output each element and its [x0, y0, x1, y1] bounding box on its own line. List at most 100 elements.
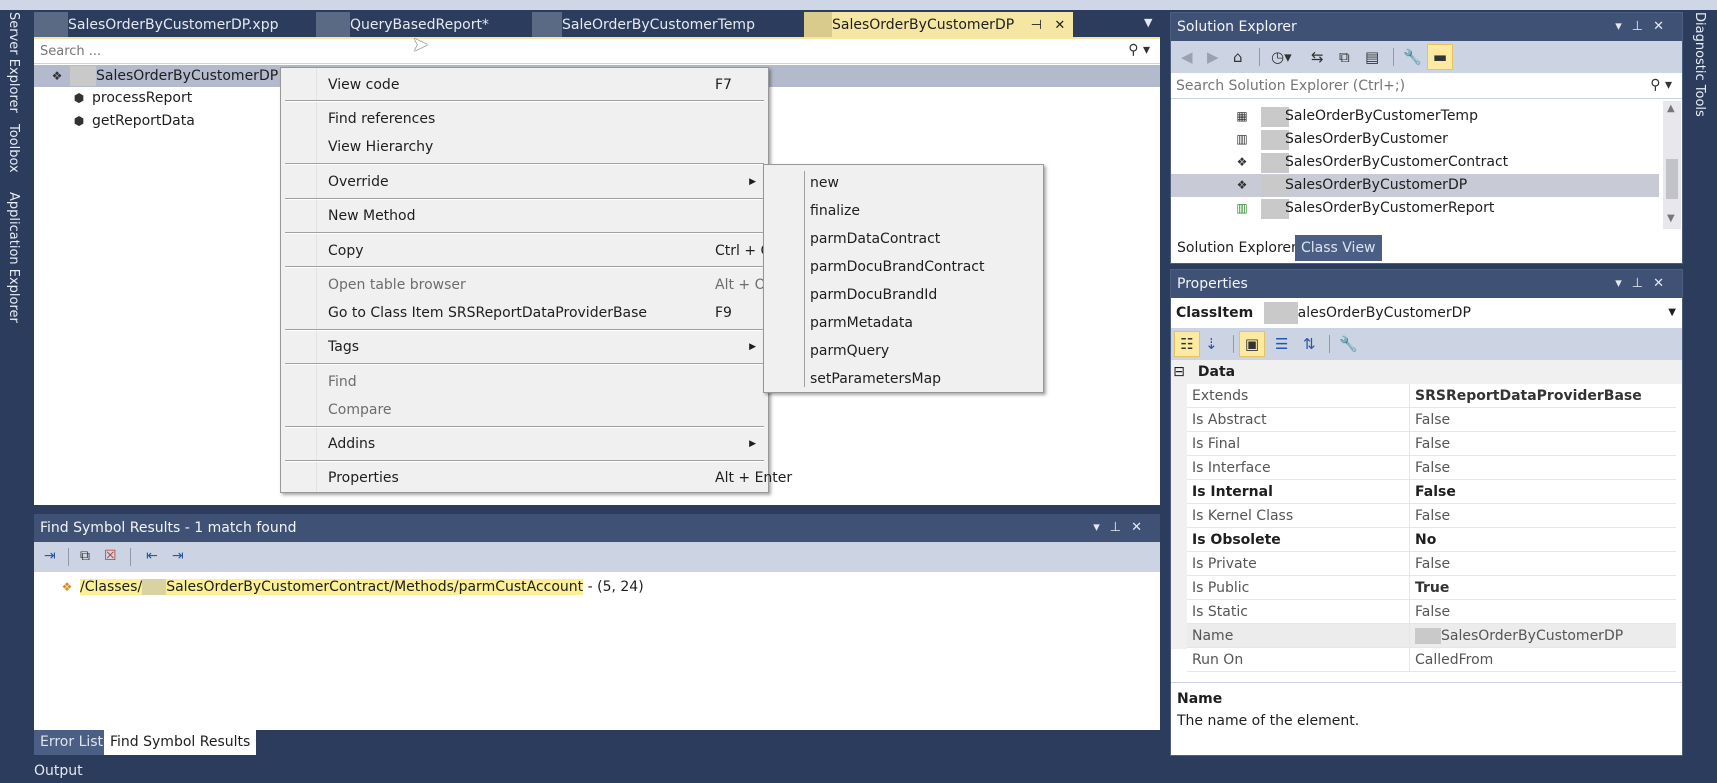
solution-item[interactable]: ▦ SaleOrderByCustomerTemp — [1171, 105, 1659, 128]
doc-tab-active[interactable]: SalesOrderByCustomerDP ⊣ ✕ — [804, 12, 1074, 39]
menu-item-addins[interactable]: Addins ▶ — [328, 431, 758, 457]
dropdown-icon[interactable]: ▾ — [1615, 19, 1632, 34]
menu-item-open-table-browser[interactable]: Open table browser Alt + O — [328, 272, 766, 298]
submenu-item[interactable]: parmDataContract — [810, 226, 940, 252]
side-tab-server-explorer[interactable]: Server Explorer — [6, 12, 21, 113]
pending-changes-filter-icon[interactable]: ◷▾ — [1271, 48, 1292, 66]
doc-tab[interactable]: SalesOrderByCustomerDP.xpp — [34, 12, 294, 38]
alphabetical-icon[interactable]: ⇣ — [1205, 335, 1218, 353]
scroll-up-icon[interactable]: ▲ — [1667, 103, 1675, 114]
previous-result-icon[interactable]: ⇤ — [146, 548, 158, 564]
menu-item-go-to-class-item[interactable]: Go to Class Item SRSReportDataProviderBa… — [328, 300, 758, 326]
menu-item-copy[interactable]: Copy Ctrl + C — [328, 238, 770, 264]
menu-item-override[interactable]: Override ▶ — [328, 169, 758, 195]
menu-separator — [285, 363, 764, 365]
solution-explorer-search-input[interactable] — [1171, 73, 1621, 98]
search-icon[interactable]: ⚲ ▾ — [1650, 77, 1672, 93]
menu-item-view-hierarchy[interactable]: View Hierarchy — [328, 134, 758, 160]
menu-item-find-references[interactable]: Find references — [328, 106, 758, 132]
close-icon[interactable]: ✕ — [1653, 276, 1674, 291]
clear-all-icon[interactable]: ☒ — [104, 548, 117, 564]
dropdown-icon[interactable]: ▾ — [1093, 520, 1110, 535]
tab-solution-explorer[interactable]: Solution Explorer — [1171, 235, 1303, 261]
close-icon[interactable]: ✕ — [1054, 13, 1065, 39]
property-pages-icon[interactable]: 🔧 — [1339, 335, 1358, 353]
collapse-all-icon[interactable]: ⧉ — [1339, 48, 1350, 66]
menu-item-properties[interactable]: Properties Alt + Enter — [328, 465, 792, 491]
forward-icon[interactable]: ▶ — [1207, 48, 1219, 66]
pin-icon[interactable]: ⊥ — [1632, 276, 1653, 291]
menu-separator — [285, 100, 764, 102]
next-result-icon[interactable]: ⇥ — [172, 548, 184, 564]
menu-item-find[interactable]: Find — [328, 369, 758, 395]
submenu-item[interactable]: finalize — [810, 198, 860, 224]
show-all-files-icon[interactable]: ▤ — [1365, 48, 1379, 66]
tab-output[interactable]: Output — [34, 763, 83, 779]
sync-icon[interactable]: ⇆ — [1311, 48, 1324, 66]
property-row[interactable]: Run On CalledFrom — [1187, 648, 1676, 672]
submenu-item[interactable]: parmDocuBrandId — [810, 282, 937, 308]
property-row[interactable]: Is Private False — [1187, 552, 1676, 576]
property-row[interactable]: Extends SRSReportDataProviderBase — [1187, 384, 1676, 408]
menu-item-view-code[interactable]: View code F7 — [328, 72, 758, 98]
result-row[interactable]: ❖ /Classes/SalesOrderByCustomerContract/M… — [58, 576, 644, 598]
tree-root-node[interactable]: ❖ SalesOrderByCustomerDP — [48, 65, 278, 87]
category-header[interactable]: ⊟ Data — [1171, 360, 1682, 384]
submenu-item[interactable]: new — [810, 170, 839, 196]
property-row[interactable]: Is Kernel Class False — [1187, 504, 1676, 528]
property-row[interactable]: Is Static False — [1187, 600, 1676, 624]
side-tab-application-explorer[interactable]: Application Explorer — [6, 192, 21, 323]
chevron-down-icon[interactable]: ▼ — [1668, 298, 1676, 328]
tree-node-method[interactable]: ⬢ processReport — [70, 87, 192, 109]
menu-item-tags[interactable]: Tags ▶ — [328, 334, 758, 360]
sort-icon[interactable]: ⇅ — [1303, 335, 1316, 353]
property-row[interactable]: Is Interface False — [1187, 456, 1676, 480]
copy-icon[interactable]: ⧉ — [80, 548, 90, 564]
scrollbar-thumb[interactable] — [1666, 159, 1678, 199]
solution-item[interactable]: ▥ SalesOrderByCustomerReport — [1171, 197, 1659, 220]
close-icon[interactable]: ✕ — [1653, 19, 1674, 34]
pin-icon[interactable]: ⊥ — [1110, 520, 1131, 535]
vertical-scrollbar[interactable]: ▲ ▼ — [1663, 101, 1681, 229]
properties-wrench-icon[interactable]: 🔧 — [1403, 48, 1422, 66]
object-selector[interactable]: ClassItem alesOrderByCustomerDP ▼ — [1171, 298, 1682, 328]
collapse-icon[interactable]: ⊟ — [1171, 360, 1187, 384]
solution-item-selected[interactable]: ❖ SalesOrderByCustomerDP — [1171, 174, 1659, 197]
property-row[interactable]: Is Abstract False — [1187, 408, 1676, 432]
back-icon[interactable]: ◀ — [1181, 48, 1193, 66]
tree-node-method[interactable]: ⬢ getReportData — [70, 110, 195, 132]
categorized-icon[interactable]: ☷ — [1174, 331, 1200, 357]
designer-search-input[interactable] — [34, 39, 1034, 63]
pin-icon[interactable]: ⊣ — [1031, 13, 1042, 39]
menu-item-new-method[interactable]: New Method — [328, 203, 758, 229]
preview-selected-items-icon[interactable]: ▬ — [1427, 44, 1453, 70]
property-row[interactable]: Is Public True — [1187, 576, 1676, 600]
property-row-selected[interactable]: Name SalesOrderByCustomerDP — [1187, 624, 1676, 648]
doc-tab[interactable]: SaleOrderByCustomerTemp — [532, 12, 802, 38]
submenu-item[interactable]: parmMetadata — [810, 310, 913, 336]
solution-item[interactable]: ▥ SalesOrderByCustomer — [1171, 128, 1659, 151]
tab-overflow-dropdown-icon[interactable]: ▼ — [1144, 16, 1152, 29]
dropdown-icon[interactable]: ▾ — [1615, 276, 1632, 291]
menu-item-compare[interactable]: Compare — [328, 397, 758, 423]
submenu-item[interactable]: parmQuery — [810, 338, 889, 364]
search-icon[interactable]: ⚲ ▾ — [1128, 42, 1150, 58]
submenu-item[interactable]: setParametersMap — [810, 366, 941, 392]
property-row[interactable]: Is Final False — [1187, 432, 1676, 456]
properties-icon[interactable]: ▣ — [1239, 331, 1265, 357]
scroll-down-icon[interactable]: ▼ — [1667, 213, 1675, 224]
side-tab-toolbox[interactable]: Toolbox — [6, 124, 21, 173]
events-icon[interactable]: ☰ — [1275, 335, 1288, 353]
tab-find-symbol-results[interactable]: Find Symbol Results — [104, 730, 257, 755]
pin-icon[interactable]: ⊥ — [1632, 19, 1653, 34]
side-tab-diagnostic-tools[interactable]: Diagnostic Tools — [1692, 12, 1707, 117]
close-icon[interactable]: ✕ — [1131, 520, 1152, 535]
property-row[interactable]: Is Internal False — [1187, 480, 1676, 504]
submenu-item[interactable]: parmDocuBrandContract — [810, 254, 984, 280]
tab-error-list[interactable]: Error List — [34, 730, 110, 755]
home-icon[interactable]: ⌂ — [1233, 48, 1243, 66]
tab-class-view[interactable]: Class View — [1295, 235, 1382, 261]
property-row[interactable]: Is Obsolete No — [1187, 528, 1676, 552]
go-to-location-icon[interactable]: ⇥ — [44, 548, 56, 564]
solution-item[interactable]: ❖ SalesOrderByCustomerContract — [1171, 151, 1659, 174]
